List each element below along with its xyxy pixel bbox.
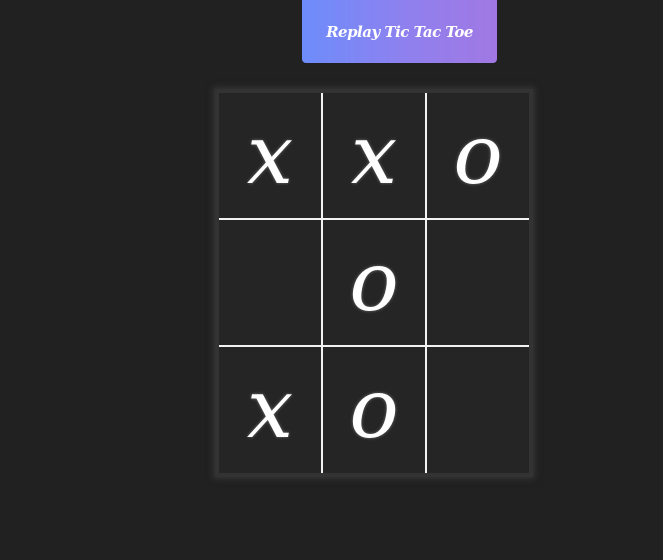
board-cell-r3c2[interactable]: o <box>323 347 425 473</box>
board-cell-r2c2[interactable]: o <box>323 220 425 345</box>
board-cell-r1c1[interactable]: x <box>219 93 321 218</box>
tic-tac-toe-board: x x o o x o <box>215 89 533 477</box>
board-cell-r3c1[interactable]: x <box>219 347 321 473</box>
board-cell-r2c1[interactable] <box>219 220 321 345</box>
board-cell-r1c2[interactable]: x <box>323 93 425 218</box>
board-cell-r2c3[interactable] <box>427 220 529 345</box>
board-cell-r1c3[interactable]: o <box>427 93 529 218</box>
game-stage: Replay Tic Tac Toe x x o o x o <box>0 0 663 560</box>
board-cell-r3c3[interactable] <box>427 347 529 473</box>
replay-button[interactable]: Replay Tic Tac Toe <box>302 0 497 63</box>
